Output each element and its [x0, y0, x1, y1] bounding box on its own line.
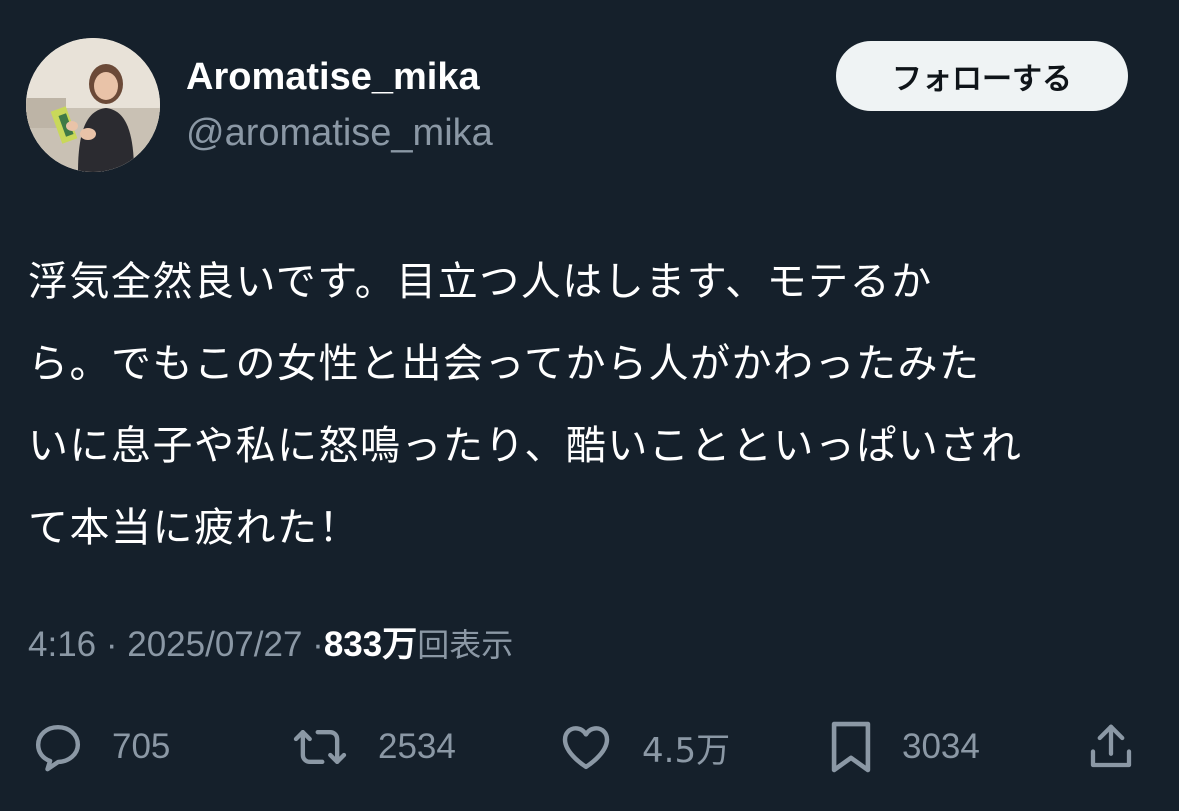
- meta-separator: ·: [105, 625, 118, 664]
- views-label: 回表示: [417, 626, 514, 664]
- views-count[interactable]: 833万: [324, 625, 417, 664]
- meta-separator: ·: [312, 625, 324, 664]
- post-meta: 4:16 · 2025/07/27 ·833万回表示: [28, 620, 513, 670]
- like-count: 4.5万: [642, 730, 731, 771]
- share-button[interactable]: [1084, 712, 1138, 782]
- post-text-line: 浮気全然良いです。目立つ人はします、モテるか: [28, 259, 933, 305]
- avatar[interactable]: [26, 38, 160, 172]
- post-date[interactable]: 2025/07/27: [127, 625, 302, 664]
- reply-button[interactable]: 705: [30, 712, 170, 782]
- post-text-line: ら。でもこの女性と出会ってから人がかわったみた: [28, 341, 981, 387]
- action-bar: 705 2534 4.5万 3034: [0, 712, 1179, 782]
- reply-icon: [30, 719, 86, 775]
- profile-photo-icon: [26, 38, 160, 172]
- reply-count: 705: [112, 727, 171, 766]
- user-handle[interactable]: @aromatise_mika: [186, 110, 493, 156]
- share-icon: [1084, 718, 1138, 776]
- display-name[interactable]: Aromatise_mika: [186, 54, 480, 100]
- repost-count: 2534: [378, 727, 456, 766]
- bookmark-button[interactable]: 3034: [826, 712, 980, 782]
- bookmark-count: 3034: [902, 727, 980, 766]
- post-text-line: いに息子や私に怒鳴ったり、酷いことといっぱいされ: [28, 423, 1023, 469]
- like-button[interactable]: 4.5万: [556, 712, 730, 782]
- repost-icon: [288, 719, 352, 775]
- bookmark-icon: [826, 718, 876, 776]
- post-text: 浮気全然良いです。目立つ人はします、モテるか ら。でもこの女性と出会ってから人が…: [28, 241, 1138, 569]
- follow-button[interactable]: フォローする: [836, 41, 1128, 111]
- repost-button[interactable]: 2534: [288, 712, 456, 782]
- post-text-line: て本当に疲れた！: [28, 505, 360, 551]
- heart-icon: [556, 719, 616, 775]
- post-time[interactable]: 4:16: [28, 625, 96, 664]
